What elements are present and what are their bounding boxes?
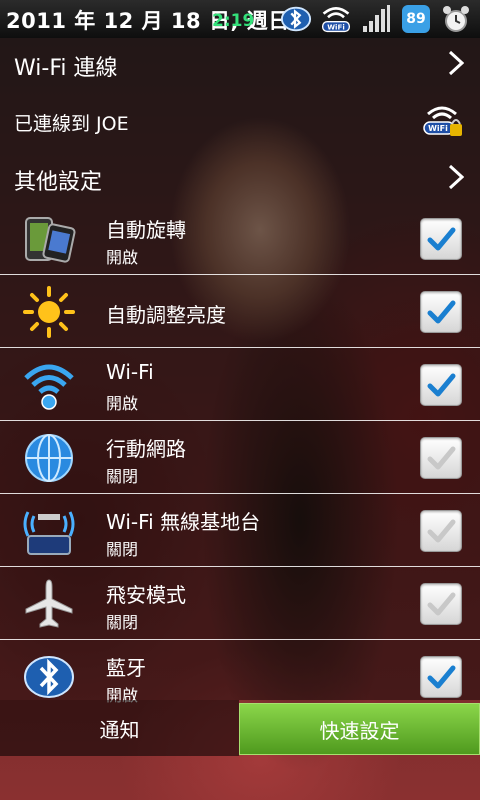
checkmark-icon xyxy=(427,519,456,543)
bluetooth-icon xyxy=(24,656,74,698)
toggle-title: Wi-Fi 無線基地台 xyxy=(106,510,261,534)
toggle-status: 開啟 xyxy=(106,394,139,413)
toggle-wifi-hotspot[interactable]: Wi-Fi 無線基地台 關閉 xyxy=(0,494,480,567)
toggle-airplane-mode[interactable]: 飛安模式 關閉 xyxy=(0,567,480,640)
other-settings-header[interactable]: 其他設定 xyxy=(0,152,480,202)
chevron-right-icon xyxy=(448,164,464,190)
toggle-auto-rotate[interactable]: 自動旋轉 開啟 xyxy=(0,202,480,275)
toggle-status: 開啟 xyxy=(106,248,139,267)
chevron-right-icon xyxy=(448,50,464,76)
toggle-title: 飛安模式 xyxy=(106,583,186,607)
bluetooth-checkbox[interactable] xyxy=(420,656,462,698)
svg-text:WiFi: WiFi xyxy=(428,124,448,133)
toggle-title: 自動旋轉 xyxy=(106,218,186,242)
battery-level: 89 xyxy=(402,5,430,33)
wifi-icon: WiFi xyxy=(320,3,352,35)
wifi-hotspot-checkbox[interactable] xyxy=(420,510,462,552)
wifi-settings-header[interactable]: Wi-Fi 連線 xyxy=(0,38,480,90)
sun-brightness-icon xyxy=(23,286,75,338)
status-bar[interactable]: 2011 年 12 月 18 日, 週日 2:19 WiFi 89 xyxy=(0,0,480,38)
toggle-status: 關閉 xyxy=(106,540,139,559)
auto-rotate-checkbox[interactable] xyxy=(420,218,462,260)
tab-quick-settings[interactable]: 快速設定 xyxy=(239,703,480,755)
airplane-icon xyxy=(25,579,73,628)
toggle-bluetooth[interactable]: 藍牙 開啟 xyxy=(0,640,480,705)
checkmark-icon xyxy=(427,227,456,251)
checkmark-icon xyxy=(427,300,456,324)
mobile-network-checkbox[interactable] xyxy=(420,437,462,479)
status-time: 2:19 xyxy=(212,11,255,31)
bottom-tabs: 通知 快速設定 xyxy=(0,700,480,756)
toggle-auto-brightness[interactable]: 自動調整亮度 xyxy=(0,275,480,348)
checkmark-icon xyxy=(427,373,456,397)
alarm-clock-icon xyxy=(440,3,472,35)
toggle-title: Wi-Fi xyxy=(106,360,154,384)
wifi-connected-row[interactable]: 已連線到 JOE WiFi xyxy=(0,94,480,148)
toggle-title: 行動網路 xyxy=(106,437,186,461)
secured-wifi-icon: WiFi xyxy=(423,106,462,136)
toggle-mobile-network[interactable]: 行動網路 關閉 xyxy=(0,421,480,494)
tab-notifications[interactable]: 通知 xyxy=(0,700,239,756)
toggle-title: 自動調整亮度 xyxy=(106,303,226,327)
wifi-checkbox[interactable] xyxy=(420,364,462,406)
wifi-header-title: Wi-Fi 連線 xyxy=(14,56,118,81)
bluetooth-icon xyxy=(280,3,312,35)
toggle-status: 關閉 xyxy=(106,613,139,632)
checkmark-icon xyxy=(427,665,456,689)
toggle-wifi[interactable]: Wi-Fi 開啟 xyxy=(0,348,480,421)
wifi-icon xyxy=(24,364,74,410)
hotspot-icon xyxy=(23,511,75,555)
status-icons: WiFi 89 xyxy=(280,3,472,35)
other-header-title: 其他設定 xyxy=(14,170,103,195)
svg-text:WiFi: WiFi xyxy=(327,23,345,32)
rotate-phone-icon xyxy=(25,217,76,263)
checkmark-icon xyxy=(427,592,456,616)
globe-network-icon xyxy=(25,434,73,482)
android-battery-icon: 89 xyxy=(400,3,432,35)
checkmark-icon xyxy=(427,446,456,470)
toggle-title: 藍牙 xyxy=(106,656,146,680)
toggle-status: 關閉 xyxy=(106,467,139,486)
auto-brightness-checkbox[interactable] xyxy=(420,291,462,333)
signal-icon xyxy=(360,3,392,35)
airplane-mode-checkbox[interactable] xyxy=(420,583,462,625)
wifi-connected-text: 已連線到 JOE xyxy=(14,113,129,135)
